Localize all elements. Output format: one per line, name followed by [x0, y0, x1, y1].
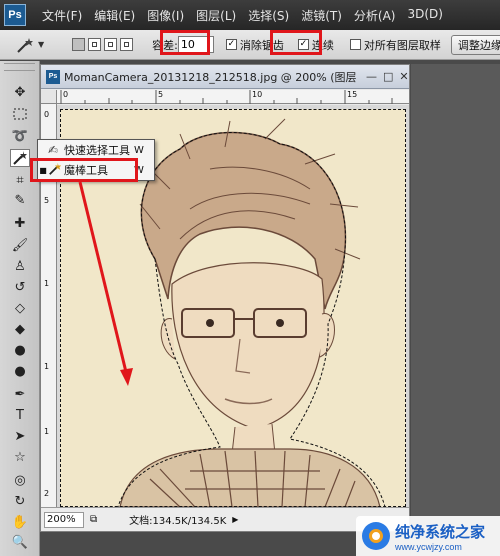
antialias-checkbox-box[interactable]: ✓ [225, 39, 237, 50]
options-bar: ▼ 容差: ✓ 消除锯齿 ✓ 连续 对所有图层取样 调整边缘... [0, 30, 500, 60]
tolerance-highlight-box [160, 30, 210, 55]
menu-image[interactable]: 图像(I) [147, 7, 184, 24]
document-ps-icon: Ps [46, 69, 60, 84]
magic-wand-tool-icon[interactable] [10, 149, 30, 167]
sample-all-layers-label: 对所有图层取样 [363, 38, 441, 52]
quick-selection-tool-icon: ✍ [48, 143, 59, 157]
close-icon[interactable]: ✕ [399, 70, 408, 83]
3d-rotate-tool-icon[interactable]: ◎ [10, 471, 30, 489]
healing-brush-tool-icon[interactable]: ✚ [10, 214, 30, 232]
ruler-label: 5 [44, 196, 50, 205]
menu-items: 文件(F) 编辑(E) 图像(I) 图层(L) 选择(S) 滤镜(T) 分析(A… [42, 7, 455, 24]
watermark-title: 纯净系统之家 [395, 522, 486, 541]
menu-3d[interactable]: 3D(D) [407, 7, 442, 24]
document-window: Ps MomanCamera_20131218_212518.jpg @ 200… [40, 64, 410, 532]
intersect-selection-button[interactable] [120, 38, 134, 51]
minimize-icon[interactable]: — [366, 70, 377, 83]
quick-selection-shortcut: W [134, 144, 144, 156]
ruler-label: 15 [347, 90, 358, 99]
path-selection-tool-icon[interactable]: ➤ [10, 427, 30, 445]
paint-bucket-tool-icon[interactable]: ◆ [10, 320, 30, 338]
ruler-label: 2 [44, 489, 50, 498]
new-selection-button[interactable] [72, 38, 86, 51]
type-tool-icon[interactable]: T [10, 406, 30, 424]
status-menu-arrow-icon[interactable]: ▶ [232, 515, 238, 524]
refine-edge-button[interactable]: 调整边缘... [450, 34, 500, 55]
menu-file[interactable]: 文件(F) [42, 7, 82, 24]
sample-all-layers-checkbox-box[interactable] [349, 39, 361, 50]
photoshop-logo-icon: Ps [4, 4, 26, 26]
marquee-tool-icon[interactable] [10, 105, 30, 123]
ruler-label: 1 [44, 427, 50, 436]
status-bar: 200% ⧉ 文档:134.5K/134.5K ▶ [41, 507, 409, 531]
crop-tool-icon[interactable]: ⌗ [10, 171, 30, 189]
zoom-tool-icon[interactable]: 🔍 [10, 533, 30, 551]
ruler-horizontal[interactable]: 0 5 10 15 [57, 90, 409, 104]
watermark-logo-icon [362, 522, 390, 550]
ruler-corner[interactable] [41, 90, 57, 104]
menu-layer[interactable]: 图层(L) [196, 7, 236, 24]
menu-select[interactable]: 选择(S) [248, 7, 289, 24]
menu-analysis[interactable]: 分析(A) [354, 7, 396, 24]
quick-selection-label: 快速选择工具 [64, 144, 130, 157]
hand-tool-icon[interactable]: ✋ [10, 513, 30, 531]
menu-filter[interactable]: 滤镜(T) [301, 7, 342, 24]
clone-stamp-tool-icon[interactable]: ♙ [10, 257, 30, 275]
ruler-label: 1 [44, 279, 50, 288]
site-watermark: 纯净系统之家 www.ycwjzy.com [356, 516, 500, 556]
eyedropper-tool-icon[interactable]: ✎ [10, 191, 30, 209]
workspace-background [411, 64, 500, 556]
document-title: MomanCamera_20131218_212518.jpg @ 200% (… [64, 70, 360, 84]
document-info: 文档:134.5K/134.5K [129, 516, 227, 527]
tool-preset-dropdown-icon[interactable]: ▼ [38, 40, 44, 49]
blur-tool-icon[interactable]: ● [10, 341, 30, 359]
add-to-selection-button[interactable] [88, 38, 102, 51]
history-brush-tool-icon[interactable]: ↺ [10, 278, 30, 296]
selection-mode-group [72, 38, 136, 51]
maximize-icon[interactable]: □ [383, 70, 393, 83]
sample-all-layers-checkbox[interactable]: 对所有图层取样 [349, 37, 441, 53]
3d-orbit-tool-icon[interactable]: ↻ [10, 492, 30, 510]
eraser-tool-icon[interactable]: ◇ [10, 299, 30, 317]
pen-tool-icon[interactable]: ✒ [10, 385, 30, 403]
magic-wand-preset-icon[interactable] [14, 36, 36, 54]
contiguous-highlight-box [270, 30, 322, 55]
ruler-label: 5 [158, 90, 164, 99]
ruler-label: 10 [252, 90, 263, 99]
shape-tool-icon[interactable]: ☆ [10, 448, 30, 466]
zoom-field[interactable]: 200% [44, 511, 84, 528]
toolbox: ✥ ➰ ⌗ ✎ ✚ 🖌 ♙ ↺ ◇ ◆ ● ● ✒ T ➤ ☆ ◎ ↻ ✋ 🔍 [0, 61, 40, 556]
toolbox-grip[interactable] [4, 63, 35, 71]
watermark-url: www.ycwjzy.com [395, 541, 462, 552]
ruler-label: 0 [44, 110, 50, 119]
menu-bar: Ps 文件(F) 编辑(E) 图像(I) 图层(L) 选择(S) 滤镜(T) 分… [0, 0, 500, 30]
brush-tool-icon[interactable]: 🖌 [10, 236, 30, 254]
dodge-tool-icon[interactable]: ● [10, 362, 30, 380]
document-titlebar[interactable]: Ps MomanCamera_20131218_212518.jpg @ 200… [41, 65, 409, 89]
move-tool-icon[interactable]: ✥ [10, 83, 30, 101]
menu-edit[interactable]: 编辑(E) [94, 7, 135, 24]
ruler-label: 0 [63, 90, 69, 99]
subtract-from-selection-button[interactable] [104, 38, 118, 51]
magic-wand-highlight-box [30, 158, 138, 182]
status-info-icon[interactable]: ⧉ [90, 514, 97, 525]
quick-selection-tool-item[interactable]: ✍ 快速选择工具 W [38, 140, 154, 160]
lasso-tool-icon[interactable]: ➰ [10, 127, 30, 145]
ruler-label: 1 [44, 362, 50, 371]
